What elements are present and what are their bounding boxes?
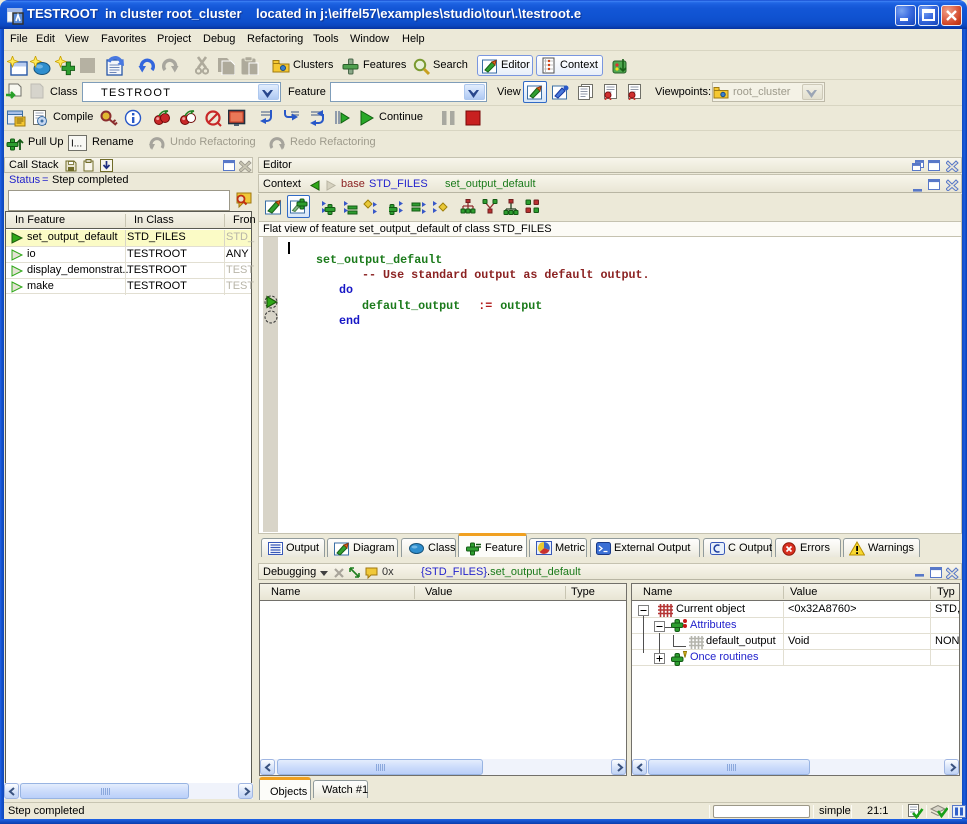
svg-text:I...: I... <box>71 139 82 150</box>
